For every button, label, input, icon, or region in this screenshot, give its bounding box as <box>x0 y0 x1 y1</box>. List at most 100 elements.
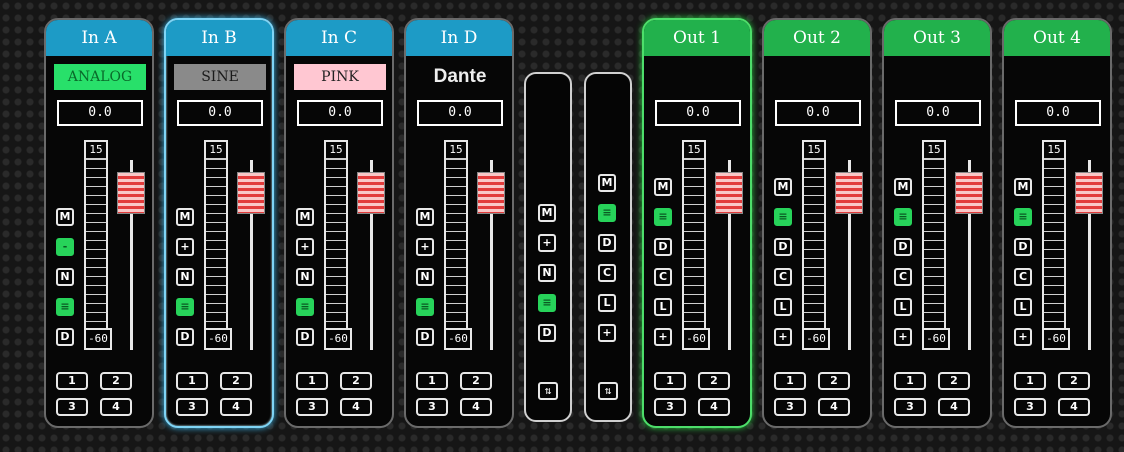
channel-button[interactable]: L <box>894 298 912 316</box>
channel-button[interactable]: + <box>654 328 672 346</box>
route-button-2[interactable]: 2 <box>220 372 252 390</box>
gain-readout[interactable]: 0.0 <box>57 100 143 126</box>
link-icon[interactable]: ⇅ <box>598 382 618 400</box>
gain-readout[interactable]: 0.0 <box>1015 100 1101 126</box>
channel-button[interactable]: D <box>654 238 672 256</box>
route-button-3[interactable]: 3 <box>1014 398 1046 416</box>
fader-knob[interactable] <box>237 172 265 214</box>
group-button[interactable]: ≡ <box>598 204 616 222</box>
channel-button[interactable]: D <box>56 328 74 346</box>
channel-header[interactable]: In B <box>166 20 272 56</box>
channel-button[interactable]: + <box>416 238 434 256</box>
channel-button[interactable]: + <box>176 238 194 256</box>
route-button-1[interactable]: 1 <box>1014 372 1046 390</box>
channel-button[interactable]: C <box>774 268 792 286</box>
input-strip[interactable]: In A ANALOG 0.0 15 -60 M - N ≡ D 1 2 3 4 <box>44 18 154 428</box>
channel-button[interactable]: C <box>654 268 672 286</box>
route-button-3[interactable]: 3 <box>774 398 806 416</box>
route-button-1[interactable]: 1 <box>296 372 328 390</box>
group-button[interactable]: L <box>598 294 616 312</box>
source-selector[interactable]: SINE <box>174 64 266 90</box>
source-selector[interactable]: ANALOG <box>54 64 146 90</box>
route-button-1[interactable]: 1 <box>894 372 926 390</box>
fader-knob[interactable] <box>835 172 863 214</box>
gain-readout[interactable]: 0.0 <box>655 100 741 126</box>
group-button[interactable]: + <box>538 234 556 252</box>
channel-button[interactable]: C <box>894 268 912 286</box>
channel-button[interactable]: ≡ <box>774 208 792 226</box>
route-button-4[interactable]: 4 <box>938 398 970 416</box>
channel-button[interactable]: M <box>56 208 74 226</box>
channel-button[interactable]: M <box>176 208 194 226</box>
route-button-2[interactable]: 2 <box>340 372 372 390</box>
input-strip[interactable]: In D Dante 0.0 15 -60 M + N ≡ D 1 2 3 4 <box>404 18 514 428</box>
source-selector[interactable]: PINK <box>294 64 386 90</box>
channel-button[interactable]: L <box>1014 298 1032 316</box>
route-button-2[interactable]: 2 <box>460 372 492 390</box>
output-strip[interactable]: Out 1 0.0 15 -60 M ≡ D C L +1 2 3 4 <box>642 18 752 428</box>
channel-button[interactable]: N <box>416 268 434 286</box>
channel-button[interactable]: ≡ <box>894 208 912 226</box>
channel-header[interactable]: Out 1 <box>644 20 750 56</box>
route-button-3[interactable]: 3 <box>416 398 448 416</box>
channel-button[interactable]: ≡ <box>1014 208 1032 226</box>
channel-header[interactable]: Out 2 <box>764 20 870 56</box>
fader-knob[interactable] <box>477 172 505 214</box>
channel-button[interactable]: M <box>654 178 672 196</box>
route-button-2[interactable]: 2 <box>1058 372 1090 390</box>
fader-knob[interactable] <box>715 172 743 214</box>
channel-button[interactable]: + <box>774 328 792 346</box>
route-button-1[interactable]: 1 <box>774 372 806 390</box>
channel-button[interactable]: L <box>654 298 672 316</box>
group-button[interactable]: D <box>598 234 616 252</box>
output-strip[interactable]: Out 2 0.0 15 -60 M ≡ D C L +1 2 3 4 <box>762 18 872 428</box>
channel-button[interactable]: D <box>296 328 314 346</box>
channel-header[interactable]: In D <box>406 20 512 56</box>
gain-readout[interactable]: 0.0 <box>775 100 861 126</box>
gain-readout[interactable]: 0.0 <box>177 100 263 126</box>
route-button-2[interactable]: 2 <box>818 372 850 390</box>
fader-knob[interactable] <box>955 172 983 214</box>
channel-button[interactable]: M <box>774 178 792 196</box>
route-button-1[interactable]: 1 <box>56 372 88 390</box>
input-strip[interactable]: In C PINK 0.0 15 -60 M + N ≡ D 1 2 3 4 <box>284 18 394 428</box>
route-button-3[interactable]: 3 <box>296 398 328 416</box>
route-button-4[interactable]: 4 <box>100 398 132 416</box>
group-button[interactable]: + <box>598 324 616 342</box>
channel-button[interactable]: + <box>296 238 314 256</box>
fader-knob[interactable] <box>117 172 145 214</box>
channel-button[interactable]: M <box>416 208 434 226</box>
route-button-2[interactable]: 2 <box>938 372 970 390</box>
group-button[interactable]: ≡ <box>538 294 556 312</box>
link-icon[interactable]: ⇅ <box>538 382 558 400</box>
source-selector[interactable]: Dante <box>414 64 506 90</box>
channel-button[interactable]: M <box>894 178 912 196</box>
output-strip[interactable]: Out 4 0.0 15 -60 M ≡ D C L +1 2 3 4 <box>1002 18 1112 428</box>
route-button-4[interactable]: 4 <box>698 398 730 416</box>
channel-button[interactable]: L <box>774 298 792 316</box>
channel-button[interactable]: C <box>1014 268 1032 286</box>
route-button-2[interactable]: 2 <box>100 372 132 390</box>
route-button-3[interactable]: 3 <box>176 398 208 416</box>
channel-button[interactable]: + <box>1014 328 1032 346</box>
route-button-4[interactable]: 4 <box>220 398 252 416</box>
route-button-4[interactable]: 4 <box>460 398 492 416</box>
gain-readout[interactable]: 0.0 <box>895 100 981 126</box>
channel-button[interactable]: ≡ <box>296 298 314 316</box>
route-button-4[interactable]: 4 <box>818 398 850 416</box>
channel-button[interactable]: M <box>296 208 314 226</box>
channel-button[interactable]: D <box>774 238 792 256</box>
input-strip[interactable]: In B SINE 0.0 15 -60 M + N ≡ D 1 2 3 4 <box>164 18 274 428</box>
route-button-1[interactable]: 1 <box>176 372 208 390</box>
route-button-3[interactable]: 3 <box>56 398 88 416</box>
channel-button[interactable]: ≡ <box>654 208 672 226</box>
channel-button[interactable]: N <box>176 268 194 286</box>
channel-header[interactable]: In C <box>286 20 392 56</box>
channel-button[interactable]: - <box>56 238 74 256</box>
route-button-1[interactable]: 1 <box>654 372 686 390</box>
gain-readout[interactable]: 0.0 <box>297 100 383 126</box>
output-strip[interactable]: Out 3 0.0 15 -60 M ≡ D C L +1 2 3 4 <box>882 18 992 428</box>
channel-header[interactable]: Out 4 <box>1004 20 1110 56</box>
channel-button[interactable]: N <box>56 268 74 286</box>
group-button[interactable]: M <box>538 204 556 222</box>
